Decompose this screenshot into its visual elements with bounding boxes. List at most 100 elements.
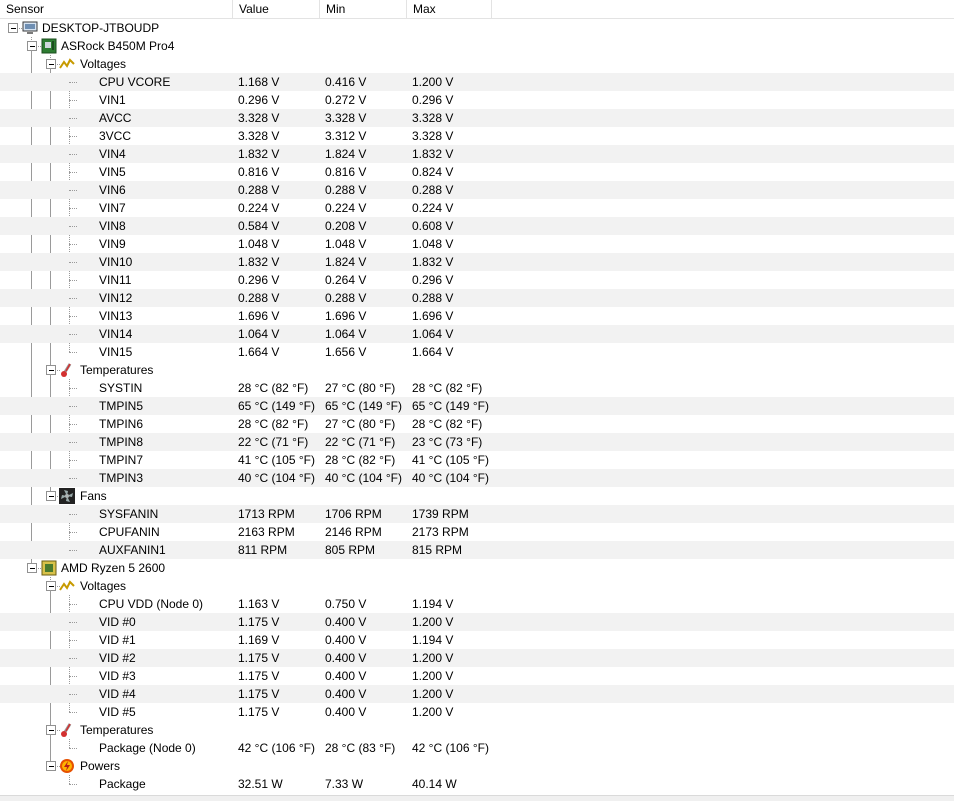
sensor-row[interactable]: VIN14 1.064 V 1.064 V 1.064 V — [0, 325, 954, 343]
group-row[interactable]: Temperatures — [0, 361, 954, 379]
tree-connector — [69, 208, 77, 209]
sensor-row[interactable]: VIN1 0.296 V 0.272 V 0.296 V — [0, 91, 954, 109]
sensor-min: 0.400 V — [325, 651, 367, 665]
sensor-row[interactable]: VIN11 0.296 V 0.264 V 0.296 V — [0, 271, 954, 289]
sensor-row[interactable]: SYSFANIN 1713 RPM 1706 RPM 1739 RPM — [0, 505, 954, 523]
collapse-toggle[interactable] — [46, 365, 56, 375]
sensor-value: 32.51 W — [238, 777, 283, 791]
hardware-row[interactable]: ASRock B450M Pro4 — [0, 37, 954, 55]
sensor-row[interactable]: SYSTIN 28 °C (82 °F) 27 °C (80 °F) 28 °C (8… — [0, 379, 954, 397]
sensor-value: 0.296 V — [238, 273, 280, 287]
sensor-max: 0.224 V — [412, 201, 454, 215]
sensor-value: 1.175 V — [238, 705, 280, 719]
collapse-toggle[interactable] — [46, 581, 56, 591]
sensor-label: VID #3 — [99, 669, 136, 683]
collapse-toggle[interactable] — [46, 725, 56, 735]
sensor-row[interactable]: TMPIN3 40 °C (104 °F) 40 °C (104 °F) 40 °C … — [0, 469, 954, 487]
sensor-min: 2146 RPM — [325, 525, 382, 539]
sensor-label: Package (Node 0) — [99, 741, 196, 755]
sensor-row[interactable]: VID #5 1.175 V 0.400 V 1.200 V — [0, 703, 954, 721]
sensor-row[interactable]: CPUFANIN 2163 RPM 2146 RPM 2173 RPM — [0, 523, 954, 541]
sensor-row[interactable]: VIN5 0.816 V 0.816 V 0.824 V — [0, 163, 954, 181]
tree-connector — [69, 154, 77, 155]
sensor-label: CPUFANIN — [99, 525, 160, 539]
sensor-label: VIN15 — [99, 345, 133, 359]
hardware-label: AMD Ryzen 5 2600 — [61, 561, 166, 575]
column-header-max[interactable]: Max — [407, 0, 492, 18]
tree-connector — [69, 640, 77, 641]
sensor-row[interactable]: CPU VCORE 1.168 V 0.416 V 1.200 V — [0, 73, 954, 91]
sensor-row[interactable]: AUXFANIN1 811 RPM 805 RPM 815 RPM — [0, 541, 954, 559]
sensor-row[interactable]: VIN15 1.664 V 1.656 V 1.664 V — [0, 343, 954, 361]
sensor-row[interactable]: TMPIN7 41 °C (105 °F) 28 °C (82 °F) 41 °C (… — [0, 451, 954, 469]
sensor-min: 40 °C (104 °F) — [325, 471, 402, 485]
tree-connector — [69, 532, 77, 533]
sensor-row[interactable]: TMPIN8 22 °C (71 °F) 22 °C (71 °F) 23 °C (7… — [0, 433, 954, 451]
sensor-row[interactable]: Package (Node 0) 42 °C (106 °F) 28 °C (83 … — [0, 739, 954, 757]
group-row[interactable]: Temperatures — [0, 721, 954, 739]
sensor-value: 1.175 V — [238, 687, 280, 701]
sensor-label: VID #4 — [99, 687, 136, 701]
sensor-min: 0.400 V — [325, 705, 367, 719]
sensor-row[interactable]: VIN4 1.832 V 1.824 V 1.832 V — [0, 145, 954, 163]
sensor-row[interactable]: TMPIN5 65 °C (149 °F) 65 °C (149 °F) 65 °C … — [0, 397, 954, 415]
sensor-min: 1.064 V — [325, 327, 367, 341]
sensor-row[interactable]: VIN6 0.288 V 0.288 V 0.288 V — [0, 181, 954, 199]
group-row[interactable]: Voltages — [0, 577, 954, 595]
tree-connector — [69, 514, 77, 515]
hardware-row[interactable]: AMD Ryzen 5 2600 — [0, 559, 954, 577]
collapse-toggle[interactable] — [46, 59, 56, 69]
computer-row[interactable]: DESKTOP-JTBOUDP — [0, 19, 954, 37]
sensor-min: 1.048 V — [325, 237, 367, 251]
sensor-row[interactable]: 3VCC 3.328 V 3.312 V 3.328 V — [0, 127, 954, 145]
column-header-sensor[interactable]: Sensor — [0, 0, 233, 18]
sensor-max: 42 °C (106 °F) — [412, 741, 489, 755]
sensor-row[interactable]: CPU VDD (Node 0) 1.163 V 0.750 V 1.194 V — [0, 595, 954, 613]
sensor-max: 3.328 V — [412, 111, 454, 125]
sensor-max: 1.832 V — [412, 147, 454, 161]
tree-connector — [69, 694, 77, 695]
sensor-row[interactable]: VIN10 1.832 V 1.824 V 1.832 V — [0, 253, 954, 271]
sensor-row[interactable]: Package 32.51 W 7.33 W 40.14 W — [0, 775, 954, 793]
tree-connector — [69, 136, 77, 137]
sensor-label: VIN4 — [99, 147, 126, 161]
group-label: Fans — [80, 489, 107, 503]
sensor-max: 40 °C (104 °F) — [412, 471, 489, 485]
sensor-row[interactable]: VIN9 1.048 V 1.048 V 1.048 V — [0, 235, 954, 253]
column-header-value[interactable]: Value — [233, 0, 320, 18]
tree-connector — [69, 676, 77, 677]
sensor-value: 28 °C (82 °F) — [238, 381, 309, 395]
group-row[interactable]: Powers — [0, 757, 954, 775]
sensor-min: 0.400 V — [325, 669, 367, 683]
collapse-toggle[interactable] — [27, 41, 37, 51]
sensor-value: 0.584 V — [238, 219, 280, 233]
collapse-toggle[interactable] — [46, 761, 56, 771]
sensor-row[interactable]: AVCC 3.328 V 3.328 V 3.328 V — [0, 109, 954, 127]
sensor-row[interactable]: TMPIN6 28 °C (82 °F) 27 °C (80 °F) 28 °C (8… — [0, 415, 954, 433]
sensor-row[interactable]: VID #2 1.175 V 0.400 V 1.200 V — [0, 649, 954, 667]
sensor-min: 22 °C (71 °F) — [325, 435, 396, 449]
collapse-toggle[interactable] — [8, 23, 18, 33]
sensor-min: 0.272 V — [325, 93, 367, 107]
collapse-toggle[interactable] — [27, 563, 37, 573]
sensor-row[interactable]: VID #3 1.175 V 0.400 V 1.200 V — [0, 667, 954, 685]
horizontal-scrollbar[interactable] — [0, 795, 954, 801]
group-row[interactable]: Voltages — [0, 55, 954, 73]
sensor-row[interactable]: VIN8 0.584 V 0.208 V 0.608 V — [0, 217, 954, 235]
sensor-row[interactable]: VID #4 1.175 V 0.400 V 1.200 V — [0, 685, 954, 703]
sensor-row[interactable]: VID #0 1.175 V 0.400 V 1.200 V — [0, 613, 954, 631]
column-header-min[interactable]: Min — [320, 0, 407, 18]
power-icon — [59, 758, 75, 774]
tree-connector — [69, 442, 77, 443]
sensor-row[interactable]: VIN12 0.288 V 0.288 V 0.288 V — [0, 289, 954, 307]
tree-connector — [69, 262, 77, 263]
sensor-row[interactable]: VIN7 0.224 V 0.224 V 0.224 V — [0, 199, 954, 217]
collapse-toggle[interactable] — [46, 491, 56, 501]
sensor-row[interactable]: VIN13 1.696 V 1.696 V 1.696 V — [0, 307, 954, 325]
sensor-value: 40 °C (104 °F) — [238, 471, 315, 485]
sensor-min: 805 RPM — [325, 543, 376, 557]
group-row[interactable]: Fans — [0, 487, 954, 505]
sensor-row[interactable]: VID #1 1.169 V 0.400 V 1.194 V — [0, 631, 954, 649]
sensor-tree[interactable]: DESKTOP-JTBOUDP ASRock B450M Pro4 Voltages… — [0, 19, 954, 795]
sensor-min: 7.33 W — [325, 777, 364, 791]
